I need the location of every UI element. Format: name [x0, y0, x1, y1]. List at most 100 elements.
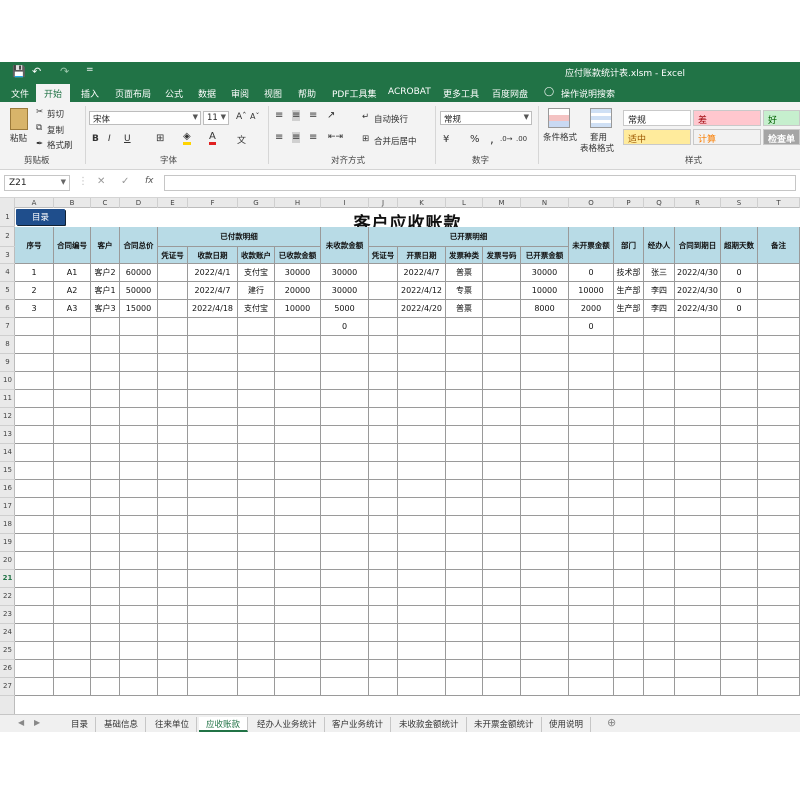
empty-cell[interactable] [398, 462, 446, 480]
decrease-decimal-icon[interactable]: .00 [516, 135, 527, 143]
empty-cell[interactable] [158, 426, 188, 444]
data-cell[interactable]: 2022/4/20 [398, 300, 446, 318]
empty-cell[interactable] [238, 426, 275, 444]
row-header[interactable]: 10 [0, 372, 15, 390]
empty-cell[interactable] [15, 462, 54, 480]
empty-cell[interactable] [54, 606, 91, 624]
empty-cell[interactable] [675, 570, 721, 588]
empty-cell[interactable] [120, 390, 158, 408]
empty-cell[interactable] [483, 552, 521, 570]
header-invoiced-amount[interactable]: 已开票金额 [521, 247, 569, 264]
prev-sheet-icon[interactable]: ◀ [18, 718, 24, 727]
empty-cell[interactable] [15, 570, 54, 588]
column-header[interactable]: G [238, 198, 275, 208]
data-cell[interactable]: 技术部 [614, 264, 644, 282]
data-cell[interactable]: A3 [54, 300, 91, 318]
empty-cell[interactable] [188, 642, 238, 660]
empty-cell[interactable] [521, 570, 569, 588]
header-handler[interactable]: 经办人 [644, 227, 675, 264]
data-cell[interactable] [54, 318, 91, 336]
empty-cell[interactable] [721, 606, 758, 624]
row-header[interactable]: 23 [0, 606, 15, 624]
empty-cell[interactable] [675, 480, 721, 498]
tab-help[interactable]: 帮助 [298, 87, 316, 100]
column-header[interactable]: F [188, 198, 238, 208]
empty-cell[interactable] [483, 372, 521, 390]
data-cell[interactable] [369, 318, 398, 336]
empty-cell[interactable] [91, 642, 120, 660]
empty-cell[interactable] [15, 660, 54, 678]
header-invoice-date[interactable]: 开票日期 [398, 247, 446, 264]
empty-cell[interactable] [120, 660, 158, 678]
empty-cell[interactable] [721, 408, 758, 426]
empty-cell[interactable] [446, 354, 483, 372]
data-cell[interactable]: 2022/4/12 [398, 282, 446, 300]
empty-cell[interactable] [321, 372, 369, 390]
empty-cell[interactable] [614, 624, 644, 642]
empty-cell[interactable] [238, 390, 275, 408]
empty-cell[interactable] [369, 354, 398, 372]
data-cell[interactable] [91, 318, 120, 336]
empty-cell[interactable] [54, 624, 91, 642]
empty-cell[interactable] [758, 534, 800, 552]
header-remark[interactable]: 备注 [758, 227, 800, 264]
empty-cell[interactable] [120, 444, 158, 462]
empty-cell[interactable] [675, 534, 721, 552]
empty-cell[interactable] [569, 480, 614, 498]
empty-cell[interactable] [120, 642, 158, 660]
empty-cell[interactable] [721, 444, 758, 462]
empty-cell[interactable] [614, 642, 644, 660]
column-header[interactable]: D [120, 198, 158, 208]
empty-cell[interactable] [54, 390, 91, 408]
empty-cell[interactable] [91, 570, 120, 588]
empty-cell[interactable] [614, 660, 644, 678]
tab-insert[interactable]: 插入 [81, 87, 99, 100]
row-header[interactable]: 13 [0, 426, 15, 444]
empty-cell[interactable] [91, 624, 120, 642]
empty-cell[interactable] [275, 660, 321, 678]
empty-cell[interactable] [275, 570, 321, 588]
empty-cell[interactable] [446, 552, 483, 570]
empty-cell[interactable] [238, 516, 275, 534]
empty-cell[interactable] [369, 624, 398, 642]
header-contract-total[interactable]: 合同总价 [120, 227, 158, 264]
empty-cell[interactable] [569, 426, 614, 444]
empty-cell[interactable] [54, 462, 91, 480]
empty-cell[interactable] [91, 606, 120, 624]
empty-cell[interactable] [569, 462, 614, 480]
empty-cell[interactable] [483, 408, 521, 426]
empty-cell[interactable] [188, 444, 238, 462]
empty-cell[interactable] [721, 354, 758, 372]
empty-cell[interactable] [644, 444, 675, 462]
header-receive-account[interactable]: 收款账户 [238, 247, 275, 264]
empty-cell[interactable] [644, 408, 675, 426]
empty-cell[interactable] [521, 498, 569, 516]
empty-cell[interactable] [521, 552, 569, 570]
empty-cell[interactable] [675, 516, 721, 534]
align-right-icon[interactable]: ≡ [309, 132, 317, 143]
undo-icon[interactable]: ↶ [32, 65, 41, 78]
row-header[interactable]: 14 [0, 444, 15, 462]
empty-cell[interactable] [483, 462, 521, 480]
empty-cell[interactable] [275, 390, 321, 408]
empty-cell[interactable] [614, 426, 644, 444]
empty-cell[interactable] [238, 444, 275, 462]
empty-cell[interactable] [483, 606, 521, 624]
empty-cell[interactable] [238, 588, 275, 606]
empty-cell[interactable] [158, 516, 188, 534]
column-header[interactable]: T [758, 198, 800, 208]
data-cell[interactable]: 普票 [446, 264, 483, 282]
empty-cell[interactable] [15, 534, 54, 552]
paste-icon[interactable] [10, 108, 28, 130]
data-cell[interactable]: 30000 [521, 264, 569, 282]
data-cell[interactable]: 李四 [644, 282, 675, 300]
empty-cell[interactable] [521, 642, 569, 660]
empty-cell[interactable] [721, 462, 758, 480]
column-header[interactable]: L [446, 198, 483, 208]
tab-review[interactable]: 审阅 [231, 87, 249, 100]
empty-cell[interactable] [238, 678, 275, 696]
data-cell[interactable] [158, 318, 188, 336]
column-header[interactable]: E [158, 198, 188, 208]
empty-cell[interactable] [238, 642, 275, 660]
sheet-tab[interactable]: 客户业务统计 [325, 717, 392, 732]
